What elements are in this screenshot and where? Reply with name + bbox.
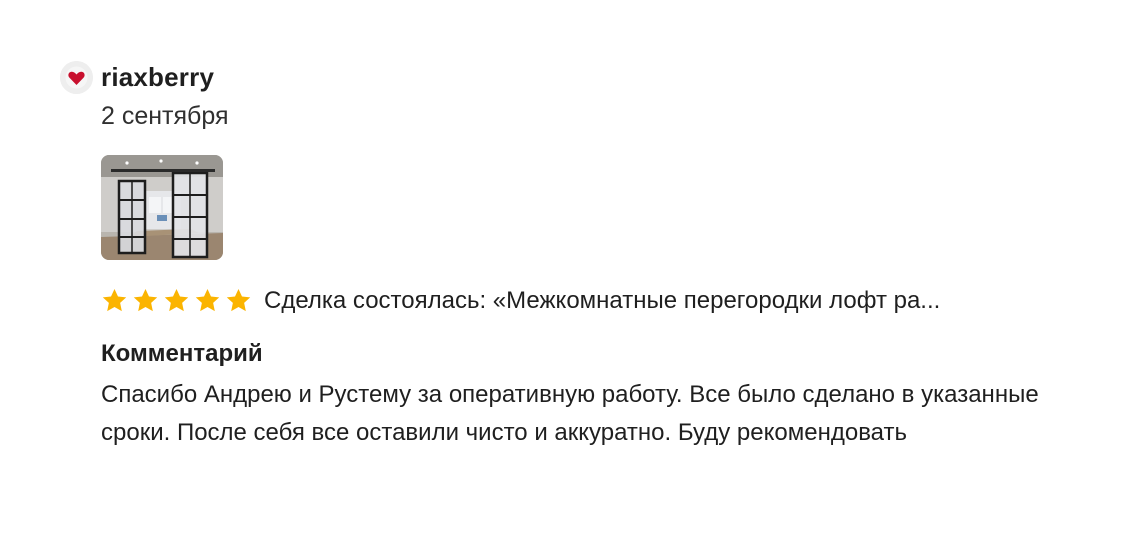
heart-avatar-icon (60, 61, 93, 94)
star-icon (225, 288, 252, 314)
review-author[interactable]: riaxberry (101, 59, 214, 95)
deal-link[interactable]: Сделка состоялась: «Межкомнатные перегор… (264, 284, 940, 318)
star-icon (194, 288, 221, 314)
user-avatar[interactable] (60, 61, 93, 94)
comment-text: Спасибо Андрею и Рустему за оперативную … (101, 381, 1039, 446)
review-card: riaxberry 2 сентября Сделка состоялась: … (0, 0, 1140, 560)
star-rating (101, 288, 252, 314)
comment-heading: Комментарий (101, 340, 263, 367)
star-icon (163, 288, 190, 314)
star-icon (101, 288, 128, 314)
rating-row: Сделка состоялась: «Межкомнатные перегор… (101, 283, 1091, 319)
review-photo[interactable] (101, 155, 223, 260)
review-date: 2 сентября (101, 102, 229, 130)
star-icon (132, 288, 159, 314)
room-partition-photo (101, 155, 223, 260)
